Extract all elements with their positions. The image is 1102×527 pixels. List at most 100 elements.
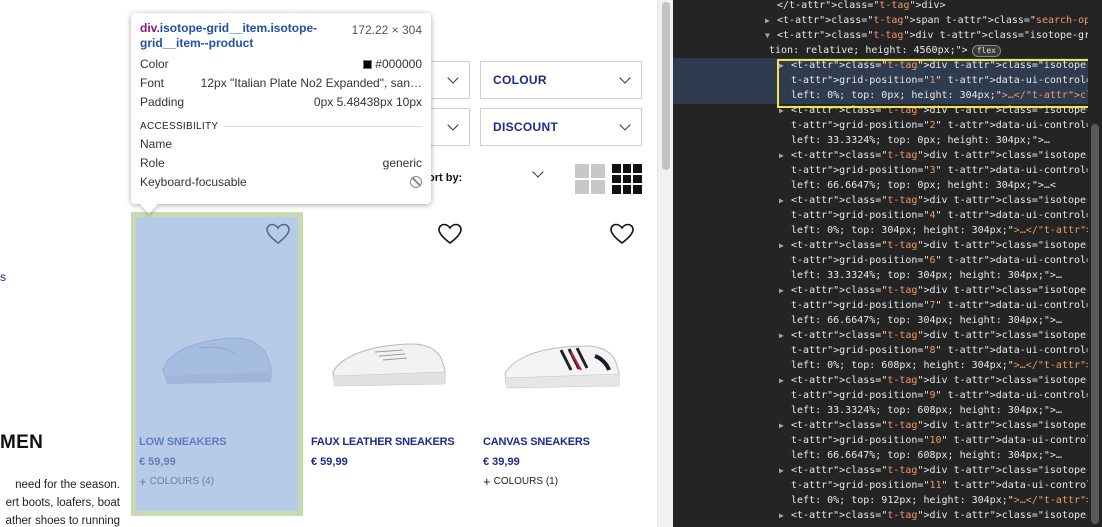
- devtools-scrollbar[interactable]: [1088, 0, 1102, 527]
- product-tile[interactable]: CANVAS SNEAKERS € 39,99 + COLOURS (1): [475, 212, 647, 516]
- filter-discount[interactable]: DISCOUNT: [480, 108, 642, 146]
- inspector-selector: div.isotope-grid__item.isotope-grid__ite…: [140, 21, 340, 51]
- dom-tree-text: t-attr">grid-position="2" t-attr">data-u…: [791, 120, 1102, 131]
- flex-badge[interactable]: flex: [971, 45, 1001, 57]
- product-image[interactable]: [303, 312, 475, 408]
- dom-tree-text: <t-attr">class="t-tag">div t-attr">class…: [791, 375, 1102, 386]
- expand-arrow-icon[interactable]: ▶: [779, 328, 784, 343]
- padding-value: 0px 5.48438px 10px: [313, 95, 422, 109]
- expand-arrow-icon[interactable]: ▶: [779, 238, 784, 253]
- dom-tree-text: t-attr">grid-position="10" t-attr">data-…: [791, 435, 1102, 446]
- product-tile[interactable]: FAUX LEATHER SNEAKERS € 59,99: [303, 212, 475, 516]
- dom-tree-text: <t-attr">class="t-tag">div t-attr">class…: [791, 330, 1102, 341]
- three-column-view-icon[interactable]: [612, 164, 642, 194]
- scrollbar-thumb[interactable]: [662, 2, 670, 170]
- font-value: 12px "Italian Plate No2 Expanded", san…: [200, 76, 422, 90]
- page-scrollbar[interactable]: [657, 0, 673, 527]
- dom-tree-text: left: 0%; top: 912px; height: 304px;">…<…: [791, 495, 1102, 506]
- color-swatch: [363, 60, 373, 69]
- product-name[interactable]: LOW SNEAKERS: [139, 436, 227, 448]
- dom-tree-text: t-attr">grid-position="11" t-attr">data-…: [791, 480, 1102, 491]
- expand-arrow-icon[interactable]: ▶: [779, 283, 784, 298]
- description-line: ert boots, loafers, boat: [5, 497, 120, 509]
- inspector-class: .isotope-grid__item.isotope-grid__item--…: [140, 21, 318, 50]
- product-price: € 39,99: [483, 456, 520, 468]
- left-nav-link[interactable]: s: [0, 270, 6, 284]
- chevron-down-icon: [447, 72, 459, 84]
- name-label: Name: [140, 137, 173, 151]
- scrollbar-thumb[interactable]: [1091, 124, 1099, 524]
- dom-tree-text: t-attr">grid-position="4" t-attr">data-u…: [791, 210, 1102, 221]
- inspector-tag: div: [140, 21, 157, 35]
- dom-tree-text: left: 66.6647%; top: 304px; height: 304p…: [791, 315, 1062, 326]
- product-image[interactable]: [475, 312, 647, 408]
- colours-count: COLOURS (1): [493, 476, 559, 487]
- dom-tree-text: <t-attr">class="t-tag">div t-attr">class…: [791, 195, 1102, 206]
- expand-arrow-icon[interactable]: ▶: [779, 373, 784, 388]
- inspector-size: 172.22 × 304: [351, 23, 422, 37]
- expand-arrow-icon[interactable]: ▶: [779, 508, 784, 523]
- dom-tree-text: <t-attr">class="t-tag">div t-attr">class…: [777, 30, 1102, 41]
- divider: [224, 126, 422, 127]
- devtools-elements-panel: </t-attr">class="t-tag">div> ▶ <t-attr">cl…: [673, 0, 1102, 527]
- collapse-arrow-icon[interactable]: ▼: [765, 28, 770, 43]
- dom-tree-text: t-attr">grid-position="3" t-attr">data-u…: [791, 165, 1102, 176]
- expand-arrow-icon[interactable]: ▶: [765, 13, 770, 28]
- product-colours[interactable]: + COLOURS (1): [483, 473, 559, 489]
- filter-colour[interactable]: COLOUR: [480, 61, 642, 99]
- product-price: € 59,99: [311, 456, 348, 468]
- dom-tree-text: <t-attr">class="t-tag">div t-attr">class…: [791, 150, 1102, 161]
- chevron-down-icon: [619, 119, 631, 131]
- screen: s MEN need for the season. ert boots, lo…: [0, 0, 1102, 527]
- category-description: need for the season. ert boots, loafers,…: [0, 476, 120, 527]
- inspector-tooltip: div.isotope-grid__item.isotope-grid__ite…: [131, 13, 431, 204]
- role-label: Role: [140, 156, 165, 170]
- expand-arrow-icon[interactable]: ▶: [779, 193, 784, 208]
- dom-tree-text: <t-attr">class="t-tag">div t-attr">class…: [791, 285, 1102, 296]
- expand-arrow-icon[interactable]: ▶: [779, 148, 784, 163]
- plus-icon: +: [139, 473, 147, 489]
- webpage-viewport: s MEN need for the season. ert boots, lo…: [0, 0, 657, 527]
- wishlist-heart-icon[interactable]: [265, 222, 291, 246]
- expand-arrow-icon[interactable]: ▶: [779, 418, 784, 433]
- expand-arrow-icon[interactable]: ▶: [779, 463, 784, 478]
- font-label: Font: [140, 76, 165, 90]
- chevron-down-icon: [619, 72, 631, 84]
- dom-tree-text: tion: relative; height: 4560px;"> flex: [769, 43, 1001, 58]
- accessibility-section: ACCESSIBILITY: [140, 121, 422, 132]
- product-colours[interactable]: + COLOURS (4): [139, 473, 215, 489]
- dom-tree-text: <t-attr">class="t-tag">div t-attr">class…: [791, 420, 1102, 431]
- wishlist-heart-icon[interactable]: [609, 222, 635, 246]
- sort-by-label[interactable]: ort by:: [428, 172, 462, 184]
- dom-tree-text: <t-attr">class="t-tag">div t-attr">class…: [791, 240, 1102, 251]
- dom-tree-text: t-attr">grid-position="7" t-attr">data-u…: [791, 300, 1102, 311]
- wishlist-heart-icon[interactable]: [437, 222, 463, 246]
- colours-count: COLOURS (4): [149, 476, 215, 487]
- role-value: generic: [382, 156, 422, 170]
- two-column-view-icon[interactable]: [575, 164, 605, 194]
- chevron-down-icon[interactable]: [532, 166, 544, 178]
- product-name[interactable]: CANVAS SNEAKERS: [483, 436, 590, 448]
- plus-icon: +: [483, 473, 491, 489]
- filter-label: DISCOUNT: [493, 120, 559, 134]
- description-line: ather shoes to running: [5, 515, 120, 527]
- product-image[interactable]: [131, 312, 303, 408]
- product-price: € 59,99: [139, 456, 176, 468]
- description-line: need for the season.: [15, 479, 120, 491]
- filter-label: COLOUR: [493, 73, 547, 87]
- dom-tree-text: left: 0%; top: 304px; height: 304px;">…<…: [791, 225, 1102, 236]
- product-tile[interactable]: LOW SNEAKERS € 59,99 + COLOURS (4): [131, 212, 303, 516]
- keyboard-focusable-label: Keyboard-focusable: [140, 175, 247, 189]
- dom-tree-text: left: 66.6647%; top: 0px; height: 304px;…: [791, 180, 1056, 191]
- dom-tree-text: left: 0%; top: 608px; height: 304px;">…<…: [791, 360, 1102, 371]
- color-label: Color: [140, 57, 169, 71]
- dom-tree-text: t-attr">grid-position="6" t-attr">data-u…: [791, 255, 1102, 266]
- dom-tree-text: left: 33.3324%; top: 0px; height: 304px;…: [791, 135, 1050, 146]
- chevron-down-icon: [447, 119, 459, 131]
- padding-label: Padding: [140, 95, 185, 109]
- dom-tree-text: left: 66.6647%; top: 608px; height: 304p…: [791, 450, 1062, 461]
- product-name[interactable]: FAUX LEATHER SNEAKERS: [311, 436, 455, 448]
- dom-tree-text: <t-attr">class="t-tag">span t-attr">clas…: [777, 15, 1102, 26]
- dom-tree-text: t-attr">grid-position="8" t-attr">data-u…: [791, 345, 1102, 356]
- category-title: MEN: [0, 432, 44, 453]
